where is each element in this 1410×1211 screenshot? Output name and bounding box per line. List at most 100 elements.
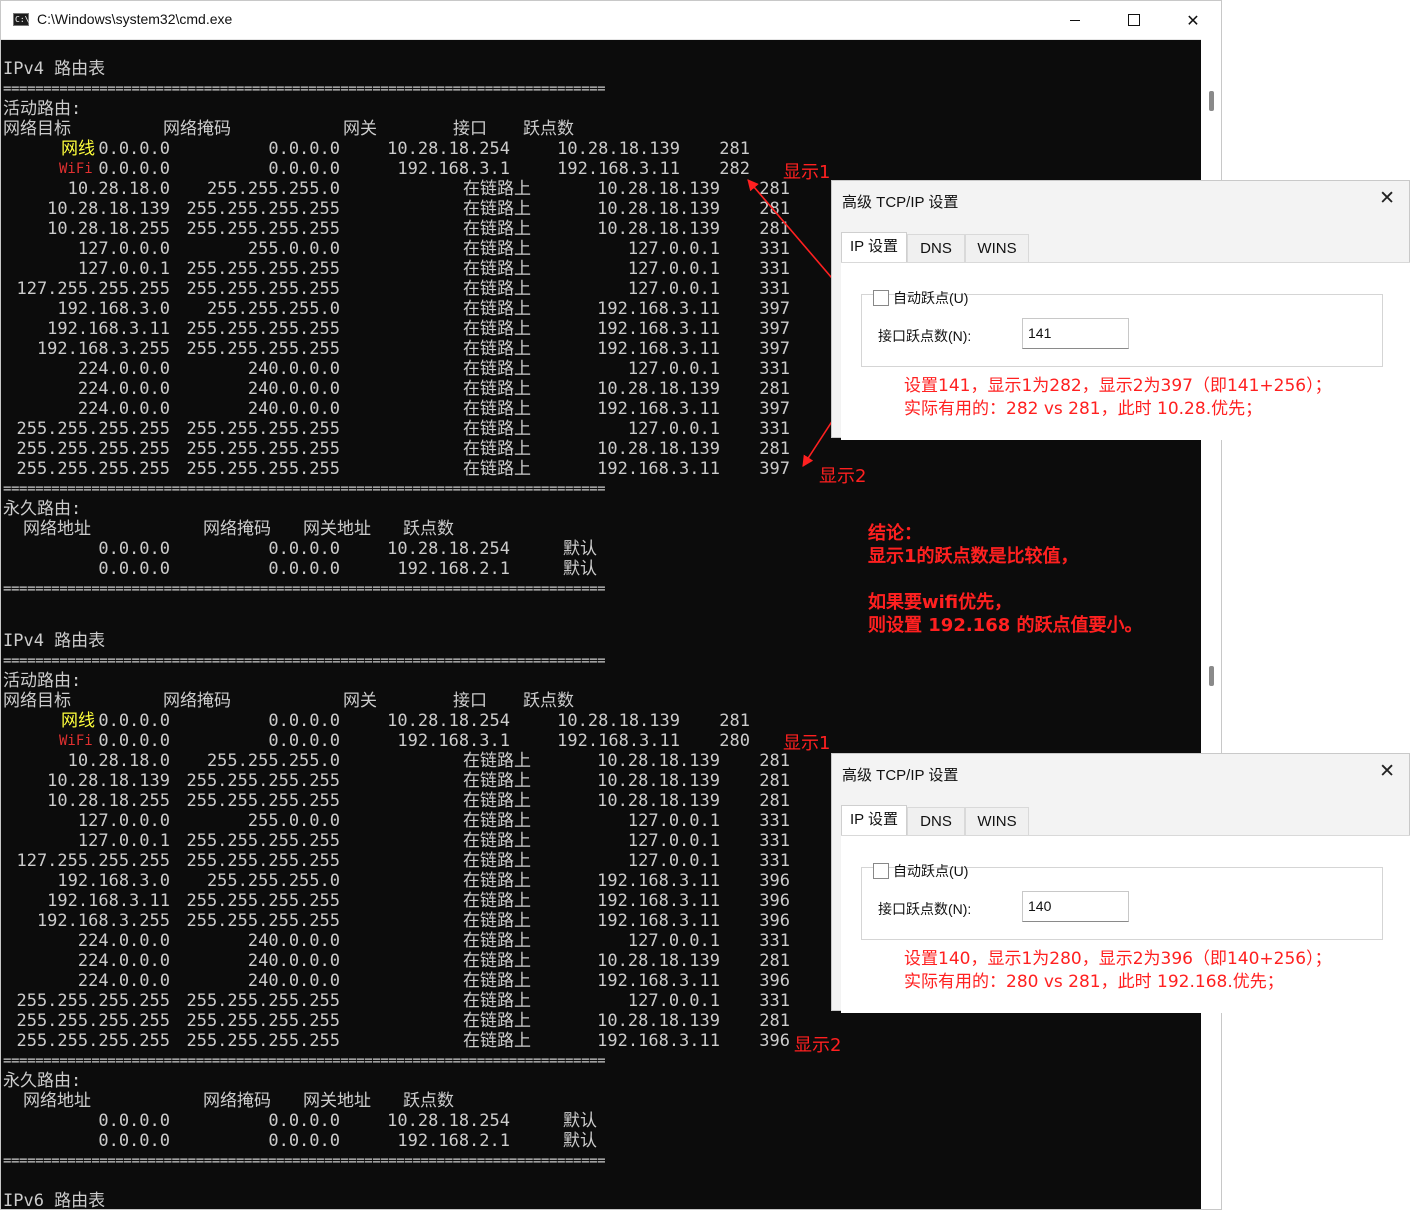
- route-gateway: 在链路上: [463, 771, 531, 791]
- route-mask: 255.255.255.0: [206, 871, 340, 891]
- checkbox-icon[interactable]: [873, 290, 889, 306]
- conclusion-note: 结论： 显示1的跃点数是比较值， 如果要wifi优先， 则设置 192.168 …: [868, 522, 1143, 637]
- route-dest: 10.28.18.139: [47, 199, 170, 219]
- route-mask: 0.0.0.0: [268, 711, 340, 731]
- close-button[interactable]: ✕: [1164, 1, 1222, 39]
- route-interface: 192.168.3.11: [597, 339, 720, 359]
- route-gateway: 在链路上: [463, 199, 531, 219]
- route-metric: 282: [719, 159, 750, 179]
- display2-label-b: 显示2: [794, 1035, 842, 1056]
- route-interface: 192.168.3.11: [597, 299, 720, 319]
- automatic-metric-checkbox[interactable]: 自动跃点(U): [873, 288, 968, 308]
- tab-ip-settings[interactable]: IP 设置: [841, 232, 907, 264]
- route-mask: 255.255.255.255: [186, 259, 340, 279]
- dialog-close-button[interactable]: ✕: [1379, 760, 1395, 782]
- route-mask: 255.255.255.0: [206, 179, 340, 199]
- persistent-mask: 0.0.0.0: [268, 1111, 340, 1131]
- route-dest: 0.0.0.0: [98, 711, 170, 731]
- dialog-close-button[interactable]: ✕: [1379, 187, 1395, 209]
- route-gateway: 在链路上: [463, 179, 531, 199]
- route-interface: 192.168.3.11: [557, 159, 680, 179]
- route-interface: 127.0.0.1: [627, 279, 720, 299]
- route-gateway: 在链路上: [463, 259, 531, 279]
- route-gateway: 在链路上: [463, 419, 531, 439]
- route-mask: 255.255.255.255: [186, 1011, 340, 1031]
- route-dest: 10.28.18.255: [47, 791, 170, 811]
- route-metric: 331: [759, 419, 790, 439]
- route-metric: 331: [759, 811, 790, 831]
- note-line: 设置141，显示1为282，显示2为397（即141+256）；: [904, 376, 1332, 396]
- route-metric: 281: [759, 771, 790, 791]
- tab-dns[interactable]: DNS: [907, 807, 965, 835]
- dialog-title: 高级 TCP/IP 设置: [842, 194, 959, 211]
- route-mask: 240.0.0.0: [247, 951, 340, 971]
- route-gateway: 192.168.3.1: [397, 731, 510, 751]
- route-dest: 255.255.255.255: [16, 459, 170, 479]
- tab-ip-settings[interactable]: IP 设置: [841, 805, 907, 837]
- route-interface: 192.168.3.11: [597, 891, 720, 911]
- dialog-title: 高级 TCP/IP 设置: [842, 767, 959, 784]
- maximize-button[interactable]: [1105, 1, 1163, 39]
- ipv6-table-title: IPv6 路由表: [3, 1191, 106, 1211]
- separator-line: ========================================…: [3, 581, 606, 597]
- route-dest: 192.168.3.255: [36, 339, 170, 359]
- route-interface: 192.168.3.11: [597, 399, 720, 419]
- tab-dns[interactable]: DNS: [907, 234, 965, 262]
- route-gateway: 192.168.3.1: [397, 159, 510, 179]
- route-dest: 127.0.0.0: [77, 239, 170, 259]
- route-dest: 127.0.0.1: [77, 831, 170, 851]
- title-bar[interactable]: C:\ C:\Windows\system32\cmd.exe ✕: [1, 1, 1221, 40]
- route-gateway: 在链路上: [463, 239, 531, 259]
- conclusion-line: 显示1的跃点数是比较值，: [868, 546, 1079, 567]
- route-gateway: 10.28.18.254: [387, 711, 510, 731]
- route-interface: 192.168.3.11: [557, 731, 680, 751]
- close-icon: ✕: [1379, 187, 1395, 209]
- persistent-mask: 0.0.0.0: [268, 539, 340, 559]
- route-metric: 331: [759, 991, 790, 1011]
- automatic-metric-label: 自动跃点(U): [893, 863, 969, 879]
- route-gateway: 在链路上: [463, 791, 531, 811]
- route-interface: 127.0.0.1: [627, 359, 720, 379]
- column-header: 网络地址: [23, 519, 91, 539]
- minimize-icon: [1070, 19, 1080, 21]
- route-mask: 255.255.255.255: [186, 791, 340, 811]
- note-line: 实际有用的：280 vs 281，此时 192.168.优先；: [904, 972, 1284, 992]
- route-dest: 127.0.0.0: [77, 811, 170, 831]
- route-metric: 396: [759, 1031, 790, 1051]
- route-gateway: 在链路上: [463, 951, 531, 971]
- route-gateway: 在链路上: [463, 399, 531, 419]
- close-icon: ✕: [1186, 10, 1200, 30]
- interface-metric-label: 接口跃点数(N):: [878, 328, 972, 344]
- interface-metric-input[interactable]: 140: [1022, 891, 1129, 922]
- route-mask: 255.255.255.255: [186, 1031, 340, 1051]
- persistent-gateway: 192.168.2.1: [397, 559, 510, 579]
- display1-label-b: 显示1: [783, 733, 831, 754]
- active-routes-header: 活动路由:: [3, 671, 82, 691]
- route-dest: 127.255.255.255: [16, 851, 170, 871]
- automatic-metric-checkbox[interactable]: 自动跃点(U): [873, 861, 968, 881]
- tab-wins[interactable]: WINS: [965, 807, 1029, 835]
- route-interface: 192.168.3.11: [597, 911, 720, 931]
- checkbox-icon[interactable]: [873, 863, 889, 879]
- route-gateway: 在链路上: [463, 851, 531, 871]
- route-mask: 0.0.0.0: [268, 159, 340, 179]
- route-interface: 127.0.0.1: [627, 991, 720, 1011]
- tab-wins[interactable]: WINS: [965, 234, 1029, 262]
- minimize-button[interactable]: [1046, 1, 1104, 39]
- column-header: 网络掩码: [163, 691, 231, 711]
- route-table-title: IPv4 路由表: [3, 59, 106, 79]
- column-header: 网关: [343, 119, 377, 139]
- scrollbar-thumb-secondary[interactable]: [1209, 666, 1214, 686]
- route-gateway: 在链路上: [463, 831, 531, 851]
- interface-metric-input[interactable]: 141: [1022, 318, 1129, 349]
- route-interface: 10.28.18.139: [597, 1011, 720, 1031]
- scrollbar-thumb[interactable]: [1209, 91, 1214, 111]
- route-table-title: IPv4 路由表: [3, 631, 106, 651]
- route-metric: 397: [759, 339, 790, 359]
- ip-settings-panel: 自动跃点(U) 接口跃点数(N): 141 设置141，显示1为282，显示2为…: [841, 262, 1410, 440]
- route-interface: 10.28.18.139: [597, 199, 720, 219]
- persistent-metric: 默认: [563, 539, 597, 559]
- route-metric: 281: [759, 379, 790, 399]
- column-header: 网络掩码: [203, 1091, 271, 1111]
- route-mask: 255.255.255.255: [186, 319, 340, 339]
